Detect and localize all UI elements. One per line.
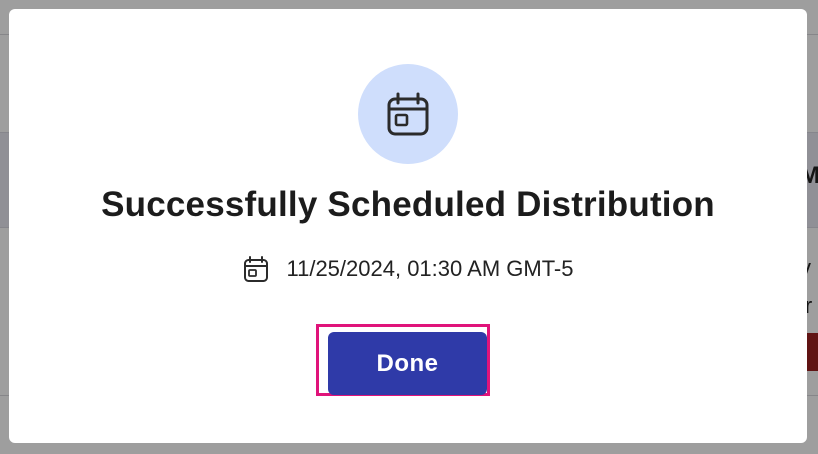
calendar-icon xyxy=(387,92,429,136)
success-dialog: Successfully Scheduled Distribution 11/2… xyxy=(9,9,807,443)
calendar-icon xyxy=(243,256,268,282)
calendar-icon-badge xyxy=(358,64,458,164)
scheduled-datetime-text: 11/25/2024, 01:30 AM GMT-5 xyxy=(286,256,574,281)
done-button[interactable]: Done xyxy=(328,332,487,395)
scheduled-datetime: 11/25/2024, 01:30 AM GMT-5 xyxy=(9,255,807,283)
dialog-title: Successfully Scheduled Distribution xyxy=(101,185,715,224)
